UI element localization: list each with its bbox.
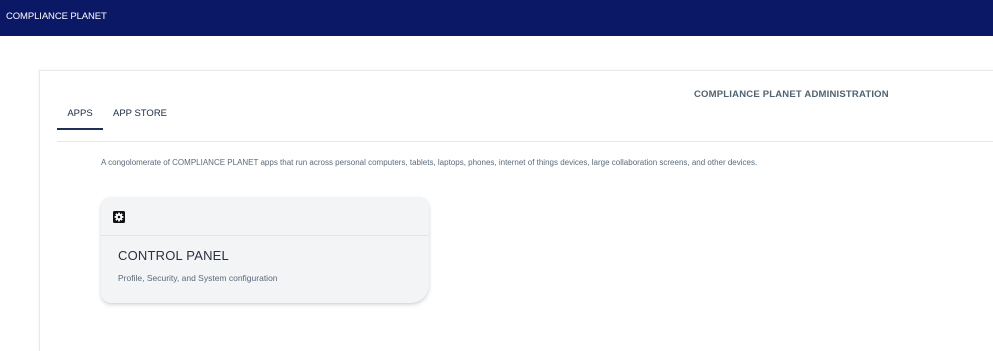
app-brand[interactable]: COMPLIANCE PLANET bbox=[6, 11, 107, 22]
app-card-subtitle: Profile, Security, and System configurat… bbox=[118, 273, 278, 283]
page-title: COMPLIANCE PLANET ADMINISTRATION bbox=[694, 89, 889, 100]
settings-icon bbox=[113, 210, 125, 223]
main-panel: COMPLIANCE PLANET ADMINISTRATION APPS AP… bbox=[39, 70, 993, 351]
tab-divider bbox=[57, 141, 993, 142]
card-divider bbox=[101, 235, 429, 236]
top-bar: COMPLIANCE PLANET bbox=[0, 0, 993, 36]
tab-app-store[interactable]: APP STORE bbox=[107, 104, 173, 128]
app-card-title: CONTROL PANEL bbox=[118, 248, 229, 263]
apps-description: A congolomerate of COMPLIANCE PLANET app… bbox=[101, 158, 758, 167]
app-card-control-panel[interactable]: CONTROL PANEL Profile, Security, and Sys… bbox=[101, 197, 429, 303]
tab-apps[interactable]: APPS bbox=[57, 104, 103, 130]
